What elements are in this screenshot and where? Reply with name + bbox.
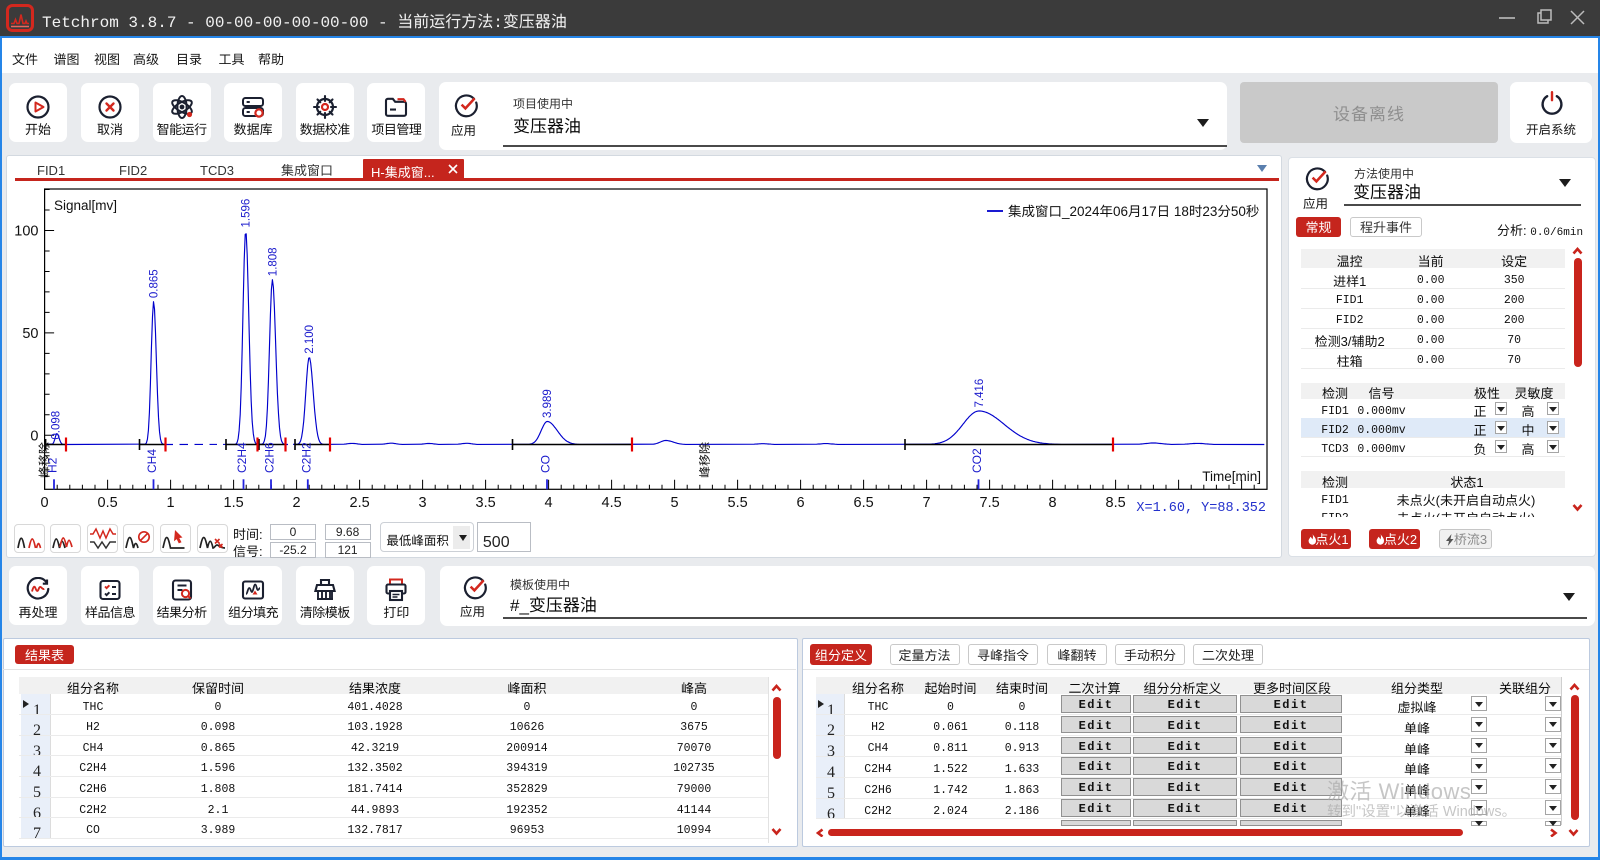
- svg-text:7: 7: [923, 491, 931, 512]
- svg-text:4.5: 4.5: [602, 491, 622, 512]
- svg-text:5: 5: [671, 491, 679, 512]
- svg-text:峰移除: 峰移除: [36, 442, 53, 478]
- svg-text:50: 50: [22, 322, 38, 343]
- svg-text:0: 0: [41, 491, 49, 512]
- svg-text:1: 1: [167, 491, 175, 512]
- svg-text:3.5: 3.5: [476, 491, 496, 512]
- svg-text:X=1.60, Y=88.352: X=1.60, Y=88.352: [1136, 495, 1266, 515]
- svg-text:0.5: 0.5: [98, 491, 118, 512]
- svg-text:3.989: 3.989: [539, 389, 555, 418]
- svg-text:3: 3: [419, 491, 427, 512]
- svg-text:2.100: 2.100: [301, 325, 317, 354]
- svg-text:1.808: 1.808: [264, 247, 280, 276]
- svg-text:0.865: 0.865: [146, 269, 162, 298]
- svg-text:CO2: CO2: [968, 448, 985, 473]
- svg-text:6: 6: [797, 491, 805, 512]
- svg-text:Time[min]: Time[min]: [1202, 465, 1261, 485]
- svg-text:C2H6: C2H6: [261, 442, 278, 473]
- svg-text:5.5: 5.5: [728, 491, 748, 512]
- svg-text:8: 8: [1049, 491, 1057, 512]
- svg-text:6.5: 6.5: [854, 491, 874, 512]
- svg-text:8.5: 8.5: [1106, 491, 1126, 512]
- svg-text:7.5: 7.5: [980, 491, 1000, 512]
- svg-text:集成窗口_2024年06月17日 18时23分50秒: 集成窗口_2024年06月17日 18时23分50秒: [1008, 200, 1259, 220]
- svg-text:2.5: 2.5: [350, 491, 370, 512]
- svg-text:CH4: CH4: [143, 449, 160, 473]
- svg-text:1.596: 1.596: [238, 199, 254, 228]
- svg-text:100: 100: [14, 220, 38, 241]
- svg-text:峰移除: 峰移除: [696, 442, 713, 478]
- svg-text:C2H2: C2H2: [297, 442, 314, 473]
- svg-text:2: 2: [293, 491, 301, 512]
- svg-text:1.5: 1.5: [224, 491, 244, 512]
- svg-text:CO: CO: [537, 455, 554, 473]
- svg-text:7.416: 7.416: [971, 379, 987, 408]
- svg-text:4: 4: [545, 491, 553, 512]
- svg-text:C2H4: C2H4: [233, 442, 250, 473]
- svg-text:0.098: 0.098: [48, 411, 64, 440]
- svg-text:Signal[mv]: Signal[mv]: [54, 194, 117, 214]
